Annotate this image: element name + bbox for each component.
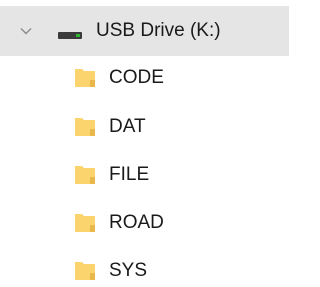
tree-item-folder-dat[interactable]: DAT — [0, 103, 289, 151]
tree-item-folder-file[interactable]: FILE — [0, 151, 289, 199]
chevron-down-icon[interactable] — [18, 23, 34, 39]
folder-label: ROAD — [109, 212, 164, 233]
tree-item-usb-drive[interactable]: USB Drive (K:) — [0, 6, 289, 56]
folder-icon — [73, 66, 97, 90]
folder-label: SYS — [109, 260, 148, 281]
tree-item-folder-sys[interactable]: SYS — [0, 247, 289, 287]
folder-label: DAT — [109, 116, 146, 137]
folder-label: FILE — [109, 164, 150, 185]
navigation-tree: USB Drive (K:) CODE DAT FILE ROAD SYS — [0, 0, 289, 287]
folder-icon — [73, 259, 97, 283]
folder-label: CODE — [109, 67, 164, 88]
folder-icon — [73, 115, 97, 139]
tree-item-folder-road[interactable]: ROAD — [0, 199, 289, 247]
folder-icon — [73, 163, 97, 187]
tree-item-folder-code[interactable]: CODE — [0, 54, 289, 102]
drive-label: USB Drive (K:) — [96, 20, 221, 41]
folder-icon — [73, 211, 97, 235]
usb-drive-icon — [57, 28, 85, 40]
